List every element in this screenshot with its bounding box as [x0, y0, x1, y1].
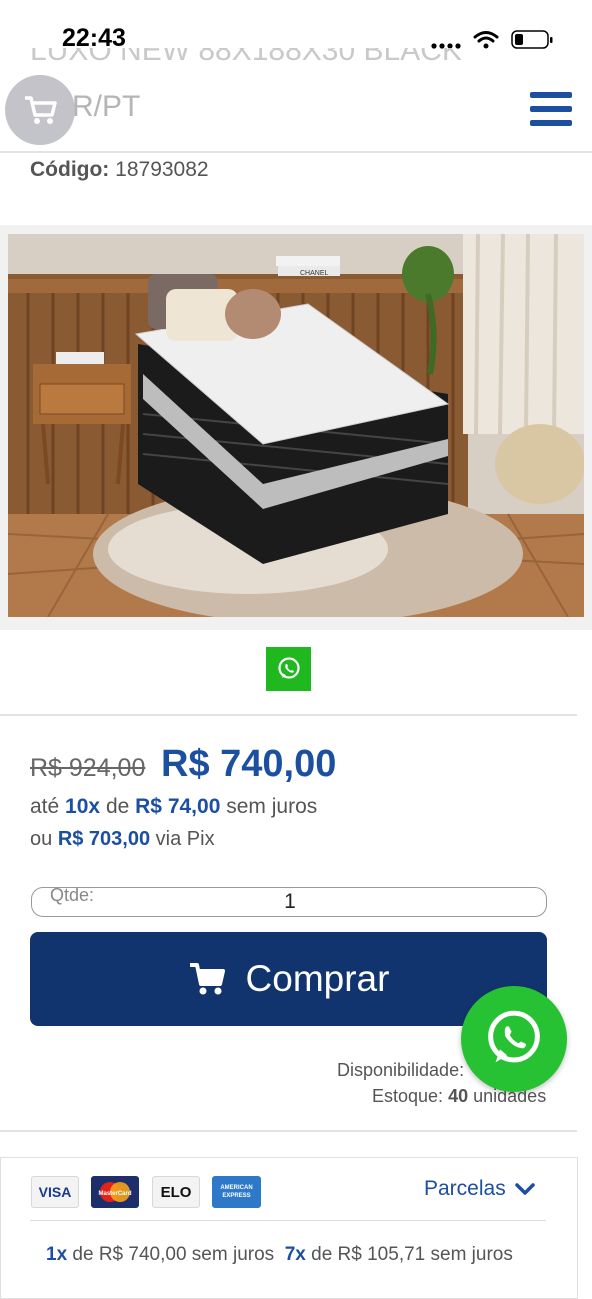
whatsapp-icon: [277, 657, 300, 679]
visa-card-icon: VISA: [31, 1176, 79, 1208]
mastercard-label: MasterCard: [98, 1191, 131, 1197]
pix-value: R$ 703,00: [57, 828, 151, 850]
installment-prefix: até: [30, 795, 60, 818]
pillow-brand-text: CHANEL: [300, 270, 329, 277]
whatsapp-icon: [488, 1010, 540, 1063]
pix-prefix: ou: [30, 828, 53, 850]
cart-icon: [25, 96, 57, 124]
cart-icon: [189, 963, 225, 995]
divider: [0, 714, 577, 716]
wifi-dot-icon: [483, 43, 489, 49]
divider: [0, 151, 592, 153]
installment-info: até 10x de R$ 74,00 sem juros: [30, 795, 317, 819]
buy-button-label: Comprar: [245, 958, 390, 999]
installment-count: 1x: [46, 1244, 68, 1265]
current-price: R$ 740,00: [161, 743, 337, 785]
stock-label: Estoque:: [372, 1086, 444, 1106]
hamburger-menu-icon[interactable]: [530, 92, 572, 130]
installment-table-row: 1x de R$ 740,00 sem juros 7x de R$ 105,7…: [46, 1244, 513, 1266]
mastercard-card-icon: MasterCard: [91, 1176, 139, 1208]
amex-label: AMERICAN EXPRESS: [220, 1185, 253, 1199]
installment-text: de R$ 740,00 sem juros: [72, 1244, 275, 1265]
quantity-label: Qtde:: [50, 885, 95, 905]
amex-card-icon: AMERICAN EXPRESS: [212, 1176, 261, 1208]
installment-suffix: sem juros: [226, 795, 318, 818]
chevron-down-icon: [514, 1183, 535, 1195]
old-price: R$ 924,00: [30, 754, 146, 782]
pix-suffix: via Pix: [155, 828, 215, 850]
parcelas-toggle[interactable]: Parcelas: [424, 1177, 536, 1201]
product-code-label: Código:: [30, 158, 110, 181]
product-code-value: 18793082: [115, 158, 209, 181]
divider: [30, 1220, 546, 1221]
divider: [0, 1130, 577, 1132]
availability-label: Disponibilidade:: [337, 1060, 465, 1080]
product-code: Código: 18793082: [30, 158, 209, 182]
product-title-scrolled: LUXO NEW 88X188X30 BLACK: [30, 48, 462, 67]
cart-button[interactable]: [5, 75, 75, 145]
installment-mid: de: [105, 795, 130, 818]
product-title-line2: R/PT: [72, 90, 141, 123]
whatsapp-floating-button[interactable]: [461, 986, 567, 1092]
battery-icon: [511, 30, 553, 49]
stock-value: 40: [448, 1086, 469, 1106]
elo-label: ELO: [160, 1183, 192, 1201]
installment-count: 7x: [284, 1244, 306, 1265]
installment-value: R$ 74,00: [135, 795, 221, 818]
whatsapp-share-button[interactable]: [266, 647, 311, 691]
parcelas-label: Parcelas: [424, 1177, 506, 1200]
pix-price-info: ou R$ 703,00 via Pix: [30, 828, 215, 851]
installment-count: 10x: [65, 795, 101, 818]
elo-card-icon: ELO: [152, 1176, 200, 1208]
product-image[interactable]: CHANEL: [7, 233, 585, 624]
visa-label: VISA: [38, 1184, 72, 1200]
wifi-icon: [473, 31, 499, 43]
quantity-input[interactable]: 1: [200, 890, 380, 914]
installment-text: de R$ 105,71 sem juros: [311, 1244, 513, 1265]
